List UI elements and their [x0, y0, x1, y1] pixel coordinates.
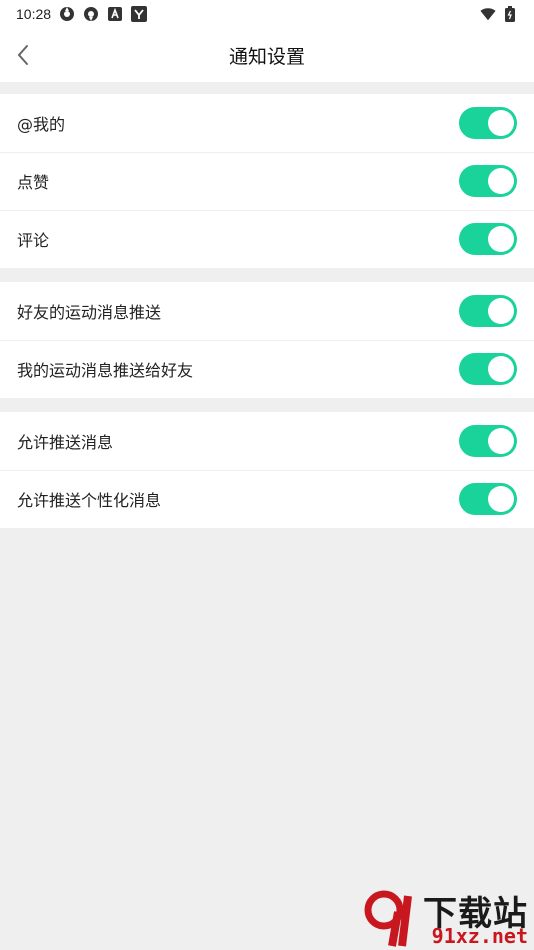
setting-row-share-sport-to-friends: 我的运动消息推送给好友: [0, 340, 534, 398]
app-icon-2: [83, 6, 99, 22]
section-friends: 好友的运动消息推送 我的运动消息推送给好友: [0, 282, 534, 398]
watermark-sub-text: 91xz.net: [431, 924, 528, 948]
allow-personalized-push-toggle[interactable]: [459, 483, 517, 515]
setting-row-friend-sport-push: 好友的运动消息推送: [0, 282, 534, 340]
status-bar: 10:28: [0, 0, 534, 28]
setting-label: 评论: [17, 231, 50, 250]
setting-label: 我的运动消息推送给好友: [17, 361, 194, 380]
toggle-knob: [488, 110, 514, 136]
section-mentions: @我的 点赞 评论: [0, 94, 534, 268]
toggle-knob: [488, 428, 514, 454]
section-push: 允许推送消息 允许推送个性化消息: [0, 412, 534, 528]
like-toggle[interactable]: [459, 165, 517, 197]
y-icon: [131, 6, 148, 22]
mention-toggle[interactable]: [459, 107, 517, 139]
watermark: 下载站 91xz.net: [362, 886, 532, 948]
setting-row-mention: @我的: [0, 94, 534, 152]
allow-push-toggle[interactable]: [459, 425, 517, 457]
status-left: 10:28: [16, 6, 148, 22]
status-right: [480, 6, 518, 22]
battery-icon: [502, 6, 518, 22]
toggle-knob: [488, 168, 514, 194]
back-button[interactable]: [8, 40, 38, 70]
chevron-left-icon: [17, 45, 28, 65]
wifi-icon: [480, 6, 496, 22]
setting-label: 好友的运动消息推送: [17, 303, 162, 322]
toggle-knob: [488, 486, 514, 512]
setting-row-allow-push: 允许推送消息: [0, 412, 534, 470]
setting-label: 允许推送个性化消息: [17, 491, 162, 510]
watermark-logo-icon: [364, 890, 412, 947]
app-icon-1: [59, 6, 75, 22]
comment-toggle[interactable]: [459, 223, 517, 255]
share-sport-to-friends-toggle[interactable]: [459, 353, 517, 385]
setting-label: 点赞: [17, 173, 50, 192]
status-time: 10:28: [16, 6, 52, 22]
friend-sport-push-toggle[interactable]: [459, 295, 517, 327]
status-notification-icons: [59, 6, 148, 22]
setting-label: @我的: [17, 115, 66, 134]
a-icon: [107, 6, 123, 22]
toggle-knob: [488, 226, 514, 252]
nav-bar: 通知设置: [0, 28, 534, 82]
setting-row-allow-personalized-push: 允许推送个性化消息: [0, 470, 534, 528]
toggle-knob: [488, 356, 514, 382]
setting-row-like: 点赞: [0, 152, 534, 210]
page-title: 通知设置: [228, 45, 305, 68]
setting-label: 允许推送消息: [17, 433, 114, 452]
toggle-knob: [488, 298, 514, 324]
setting-row-comment: 评论: [0, 210, 534, 268]
